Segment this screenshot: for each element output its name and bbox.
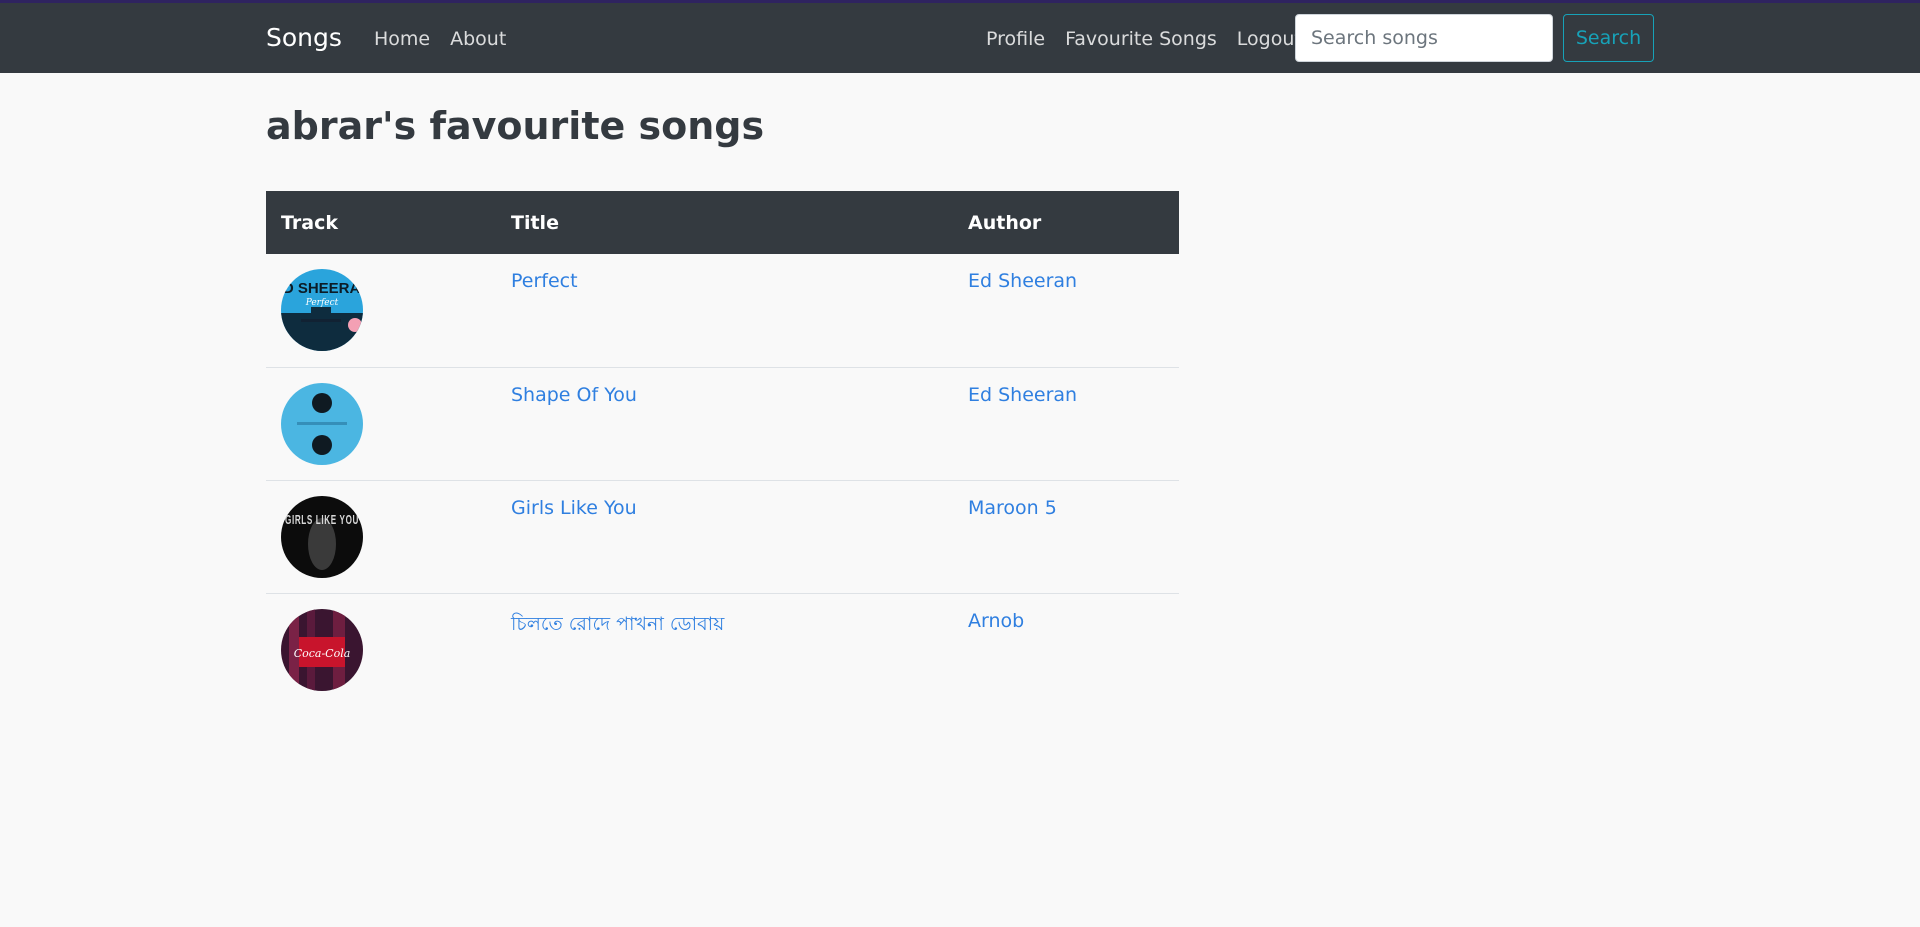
table-row: ED SHEERAN Perfect Perfect Ed Sheeran [266,254,1179,367]
author-cell: Maroon 5 [953,479,1179,593]
column-header-author: Author [953,191,1179,254]
title-cell: চিলতে রোদে পাখনা ডোবায় [496,592,953,706]
cover-label-title: GIRLS LIKE YOU [285,512,359,527]
track-cell: Coca-Cola [266,592,496,706]
song-title-link[interactable]: Girls Like You [511,496,637,519]
table-row: GIRLS LIKE YOU Girls Like You Maroon 5 [266,479,1179,593]
track-cell: ED SHEERAN Perfect [266,254,496,367]
song-title-link[interactable]: চিলতে রোদে পাখনা ডোবায় [511,609,724,642]
track-cell: GIRLS LIKE YOU [266,479,496,593]
title-cell: Shape Of You [496,366,953,480]
column-header-track: Track [266,191,496,254]
navbar: Songs Home About Profile Favourite Songs… [0,3,1920,73]
cover-label-title: Perfect [305,298,339,308]
column-header-title: Title [496,191,953,254]
table-header-row: Track Title Author [266,191,1179,254]
song-title-link[interactable]: Perfect [511,269,578,292]
nav-logout-link[interactable]: Logout [1237,28,1302,50]
favourite-songs-table: Track Title Author ED SHEERAN Perfect [266,191,1179,706]
girls-like-you-cover-icon[interactable]: GIRLS LIKE YOU [281,495,363,578]
track-cell [266,366,496,480]
title-cell: Girls Like You [496,479,953,593]
divide-album-cover-icon[interactable] [281,382,363,465]
author-cell: Ed Sheeran [953,254,1179,367]
nav-right-links: Profile Favourite Songs Logout [986,28,1302,50]
perfect-album-cover-icon[interactable]: ED SHEERAN Perfect [281,269,363,351]
song-author-link[interactable]: Maroon 5 [968,496,1057,519]
song-author-link[interactable]: Ed Sheeran [968,269,1077,292]
nav-left-links: Home About [374,28,506,50]
coke-studio-cover-icon[interactable]: Coca-Cola [281,608,363,691]
title-cell: Perfect [496,254,953,367]
song-author-link[interactable]: Arnob [968,609,1024,632]
song-author-link[interactable]: Ed Sheeran [968,383,1077,406]
nav-profile-link[interactable]: Profile [986,28,1045,50]
cover-label-artist: ED SHEERAN [281,280,363,297]
nav-about-link[interactable]: About [450,28,506,50]
table-row: Coca-Cola চিলতে রোদে পাখনা ডোবায় Arnob [266,592,1179,706]
search-input[interactable] [1295,14,1553,62]
table-row: Shape Of You Ed Sheeran [266,366,1179,480]
cover-label-brand: Coca-Cola [294,647,351,660]
page-title: abrar's favourite songs [266,104,765,148]
brand-link[interactable]: Songs [266,23,342,52]
author-cell: Arnob [953,592,1179,706]
author-cell: Ed Sheeran [953,366,1179,480]
song-title-link[interactable]: Shape Of You [511,383,637,406]
nav-favourite-songs-link[interactable]: Favourite Songs [1065,28,1217,50]
nav-home-link[interactable]: Home [374,28,430,50]
search-button[interactable]: Search [1563,14,1654,62]
